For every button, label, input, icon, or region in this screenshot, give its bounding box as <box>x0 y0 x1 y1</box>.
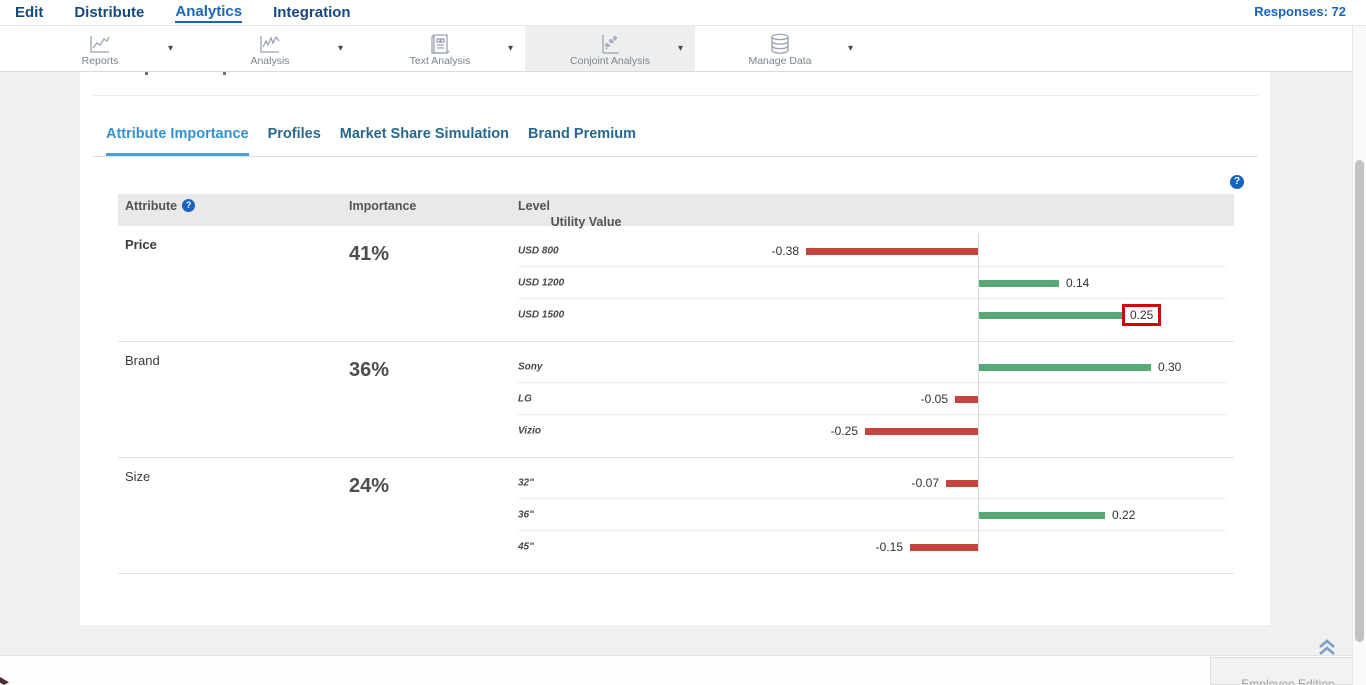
newspaper-icon <box>428 32 452 56</box>
edition-label: Employee Edition <box>1211 677 1365 685</box>
utility-value-label: -0.38 <box>772 244 799 258</box>
level-label: 36" <box>518 510 534 521</box>
toolbar-item-reports[interactable]: Reports ▾ <box>15 26 185 71</box>
utility-bar <box>955 396 978 403</box>
toolbar-item-analysis[interactable]: Analysis ▾ <box>185 26 355 71</box>
level-row: USD 1500 0.25 <box>510 299 1234 331</box>
importance-value: 41% <box>340 226 510 341</box>
analytics-toolbar: Reports ▾ Analysis ▾ Text Analysis ▾ Con… <box>0 26 1366 72</box>
level-row: Vizio -0.25 <box>510 415 1234 447</box>
utility-bar <box>910 544 978 551</box>
importance-value: 36% <box>340 342 510 457</box>
toolbar-item-manage-data[interactable]: Manage Data ▾ <box>695 26 865 71</box>
chevron-down-icon[interactable]: ▾ <box>678 43 683 54</box>
utility-bar <box>865 428 978 435</box>
attribute-name: Price <box>118 226 340 341</box>
database-icon <box>768 32 792 56</box>
nav-item-edit[interactable]: Edit <box>15 4 43 22</box>
importance-value: 24% <box>340 458 510 573</box>
chevron-down-icon[interactable]: ▾ <box>848 43 853 54</box>
level-row: USD 800 -0.38 <box>510 235 1234 267</box>
toolbar-item-label: Manage Data <box>695 55 865 67</box>
zero-axis-line <box>978 234 979 552</box>
attribute-name: Size <box>118 458 340 573</box>
level-label: USD 1500 <box>518 310 564 321</box>
utility-value-label: 0.22 <box>1112 508 1135 522</box>
conjoint-tabs: Attribute Importance Profiles Market Sha… <box>92 126 1258 157</box>
chevron-down-icon[interactable]: ▾ <box>338 43 343 54</box>
level-label: 32" <box>518 478 534 489</box>
table-row-size: Size 24% 32" -0.07 36" 0.22 <box>118 458 1234 574</box>
utility-bar <box>806 248 978 255</box>
top-navigation: Edit Distribute Analytics Integration Re… <box>0 0 1366 26</box>
utility-value-label: -0.07 <box>912 476 939 490</box>
chevron-down-icon[interactable]: ▾ <box>508 43 513 54</box>
utility-value-label: 0.14 <box>1066 276 1089 290</box>
line-chart-icon <box>88 32 112 56</box>
clipped-heading-mark <box>145 72 148 75</box>
toolbar-item-label: Reports <box>15 55 185 67</box>
utility-value-label: -0.15 <box>876 540 903 554</box>
tab-market-share-simulation[interactable]: Market Share Simulation <box>340 126 509 156</box>
level-label: LG <box>518 394 532 405</box>
toolbar-item-conjoint-analysis[interactable]: Conjoint Analysis ▾ <box>525 26 695 71</box>
help-icon[interactable]: ? <box>182 199 195 212</box>
table-row-price: Price 41% USD 800 -0.38 USD 1200 0.14 <box>118 226 1234 342</box>
toolbar-item-label: Analysis <box>185 55 355 67</box>
scrollbar-track[interactable] <box>1352 26 1366 685</box>
level-row: LG -0.05 <box>510 383 1234 415</box>
toolbar-item-text-analysis[interactable]: Text Analysis ▾ <box>355 26 525 71</box>
utility-value-label-highlighted: 0.25 <box>1122 304 1161 326</box>
level-row: 45" -0.15 <box>510 531 1234 563</box>
column-header-level: Level <box>510 199 1234 213</box>
chevron-down-icon[interactable]: ▾ <box>168 43 173 54</box>
nav-item-distribute[interactable]: Distribute <box>74 4 144 22</box>
tab-brand-premium[interactable]: Brand Premium <box>528 126 636 156</box>
nav-item-analytics[interactable]: Analytics <box>175 3 242 23</box>
footer-bar <box>0 655 1366 685</box>
table-row-brand: Brand 36% Sony 0.30 LG -0.05 <box>118 342 1234 458</box>
column-header-importance: Importance <box>340 199 510 213</box>
scatter-chart-icon <box>598 32 622 56</box>
attribute-importance-table: Attribute ? Importance Level Utility Val… <box>118 194 1234 574</box>
level-label: Vizio <box>518 426 541 437</box>
tab-attribute-importance[interactable]: Attribute Importance <box>106 126 249 156</box>
clipped-heading-mark <box>223 72 226 75</box>
scrollbar-thumb[interactable] <box>1355 160 1364 642</box>
utility-value-label: 0.30 <box>1158 360 1181 374</box>
level-row: Sony 0.30 <box>510 351 1234 383</box>
level-row: 36" 0.22 <box>510 499 1234 531</box>
utility-bar <box>979 312 1122 319</box>
table-header: Attribute ? Importance Level Utility Val… <box>118 194 1234 226</box>
nav-item-integration[interactable]: Integration <box>273 4 351 22</box>
toolbar-item-label: Text Analysis <box>355 55 525 67</box>
utility-bar <box>979 364 1151 371</box>
level-row: USD 1200 0.14 <box>510 267 1234 299</box>
help-icon[interactable]: ? <box>1230 175 1244 189</box>
divider <box>92 95 1258 96</box>
level-label: 45" <box>518 542 534 553</box>
utility-value-label: -0.05 <box>921 392 948 406</box>
tab-profiles[interactable]: Profiles <box>268 126 321 156</box>
toolbar-item-label: Conjoint Analysis <box>525 55 695 67</box>
utility-bar <box>946 480 978 487</box>
level-label: USD 1200 <box>518 278 564 289</box>
level-row: 32" -0.07 <box>510 467 1234 499</box>
edition-badge: Employee Edition <box>1210 657 1366 685</box>
conjoint-analysis-panel: Attribute Importance Profiles Market Sha… <box>80 72 1270 625</box>
level-label: Sony <box>518 362 542 373</box>
column-header-utility-value: Utility Value <box>551 215 622 229</box>
utility-value-label: -0.25 <box>831 424 858 438</box>
attribute-name: Brand <box>118 342 340 457</box>
responses-count[interactable]: Responses: 72 <box>1254 4 1346 19</box>
utility-bar <box>979 280 1059 287</box>
level-label: USD 800 <box>518 246 559 257</box>
utility-bar <box>979 512 1105 519</box>
line-chart-icon <box>258 32 282 56</box>
app-screen: Edit Distribute Analytics Integration Re… <box>0 0 1366 685</box>
column-header-attribute: Attribute <box>125 199 177 213</box>
